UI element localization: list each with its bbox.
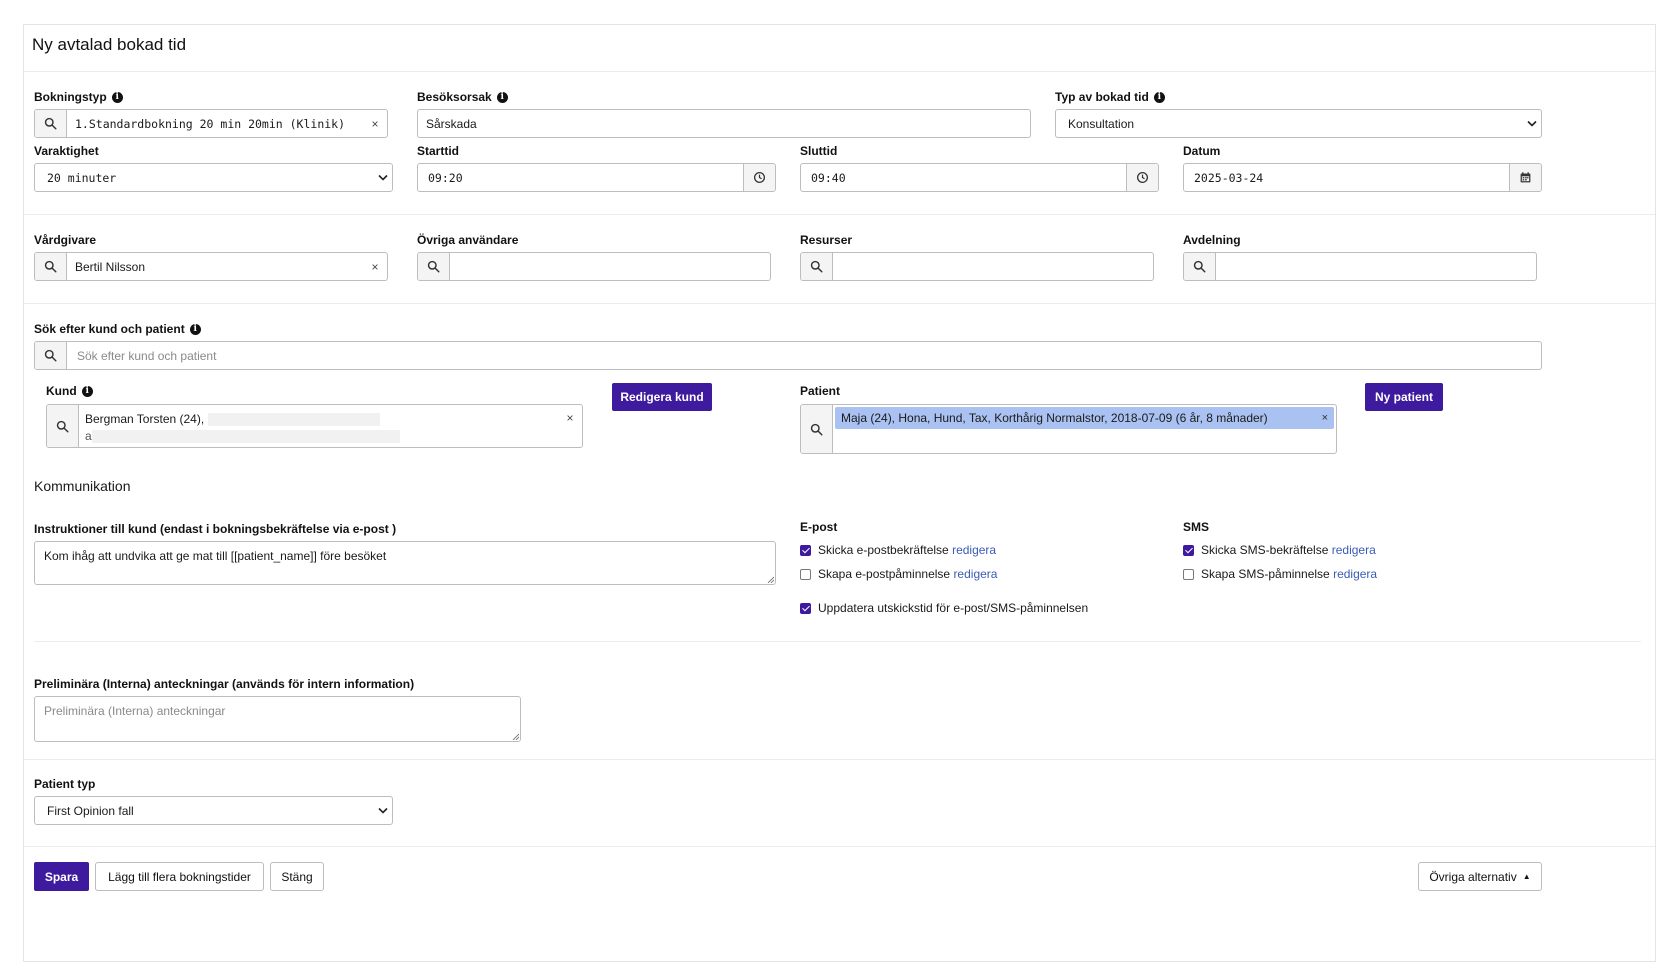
bokningstyp-label: Bokningstyp i <box>34 90 123 104</box>
sms-heading: SMS <box>1183 520 1210 534</box>
patient-label: Patient <box>800 384 841 398</box>
info-icon[interactable]: i <box>111 91 123 103</box>
info-icon[interactable]: i <box>496 91 508 103</box>
divider <box>24 846 1655 847</box>
search-customer-label: Sök efter kund och patient i <box>34 322 201 336</box>
chevron-down-icon <box>1523 120 1541 127</box>
resurser-field[interactable] <box>800 252 1154 281</box>
email-reminder-checkbox[interactable]: Skapa e-postpåminnelse redigera <box>800 567 997 581</box>
email-confirm-checkbox[interactable]: Skicka e-postbekräftelse redigera <box>800 543 996 557</box>
other-options-dropdown[interactable]: Övriga alternativ ▲ <box>1418 862 1542 891</box>
datum-label: Datum <box>1183 144 1221 158</box>
besoksorsak-label: Besöksorsak i <box>417 90 508 104</box>
typ-av-bokad-tid-select[interactable]: Konsultation <box>1055 109 1542 138</box>
search-icon <box>1184 253 1216 280</box>
instructions-textarea[interactable]: Kom ihåg att undvika att ge mat till [[p… <box>34 541 776 585</box>
resize-handle[interactable] <box>512 733 519 740</box>
divider <box>24 214 1655 215</box>
remove-tag-icon[interactable]: × <box>1322 412 1328 424</box>
redacted-text <box>207 413 380 427</box>
sms-confirm-checkbox[interactable]: Skicka SMS-bekräftelse redigera <box>1183 543 1376 557</box>
patient-type-label: Patient typ <box>34 777 96 791</box>
varaktighet-label: Varaktighet <box>34 144 99 158</box>
instructions-label: Instruktioner till kund (endast i boknin… <box>34 522 397 536</box>
vardgivare-label: Vårdgivare <box>34 233 97 247</box>
chevron-down-icon <box>374 174 392 181</box>
communication-heading: Kommunikation <box>34 478 131 494</box>
besoksorsak-input[interactable]: Sårskada <box>417 109 1031 138</box>
sluttid-label: Sluttid <box>800 144 838 158</box>
notes-textarea[interactable]: Preliminära (Interna) anteckningar <box>34 696 521 742</box>
typ-av-bokad-tid-label: Typ av bokad tid i <box>1055 90 1165 104</box>
info-icon[interactable]: i <box>1153 91 1165 103</box>
varaktighet-select[interactable]: 20 minuter <box>34 163 393 192</box>
avdelning-field[interactable] <box>1183 252 1537 281</box>
edit-email-confirm-link[interactable]: redigera <box>952 543 996 557</box>
sms-reminder-checkbox[interactable]: Skapa SMS-påminnelse redigera <box>1183 567 1377 581</box>
checkbox[interactable] <box>1183 544 1194 556</box>
starttid-input[interactable]: 09:20 <box>417 163 776 192</box>
kund-label: Kund i <box>46 384 93 398</box>
clear-icon[interactable]: × <box>363 260 387 274</box>
save-button[interactable]: Spara <box>34 862 89 891</box>
caret-up-icon: ▲ <box>1522 872 1531 881</box>
page-title: Ny avtalad bokad tid <box>32 35 187 54</box>
search-icon <box>801 405 833 453</box>
search-icon <box>35 253 67 280</box>
patient-field[interactable]: Maja (24), Hona, Hund, Tax, Korthårig No… <box>800 404 1337 454</box>
search-icon <box>418 253 450 280</box>
chevron-down-icon <box>374 807 392 814</box>
update-send-time-checkbox[interactable]: Uppdatera utskickstid för e-post/SMS-påm… <box>800 601 1088 615</box>
patient-type-select[interactable]: First Opinion fall <box>34 796 393 825</box>
info-icon[interactable]: i <box>81 385 93 397</box>
divider <box>24 71 1655 72</box>
calendar-icon[interactable] <box>1509 164 1541 191</box>
resize-handle[interactable] <box>767 576 774 583</box>
avdelning-label: Avdelning <box>1183 233 1241 247</box>
search-icon <box>47 405 79 447</box>
checkbox[interactable] <box>800 602 811 614</box>
resurser-label: Resurser <box>800 233 853 247</box>
add-more-bookings-button[interactable]: Lägg till flera bokningstider <box>95 862 264 891</box>
kund-field[interactable]: Bergman Torsten (24), a × <box>46 404 583 448</box>
checkbox[interactable] <box>800 544 811 556</box>
checkbox[interactable] <box>1183 568 1194 580</box>
ovriga-anvandare-label: Övriga användare <box>417 233 519 247</box>
close-button[interactable]: Stäng <box>270 862 324 891</box>
new-patient-button[interactable]: Ny patient <box>1365 383 1443 411</box>
divider <box>24 759 1655 760</box>
booking-dialog: Ny avtalad bokad tid Bokningstyp i 1.Stan… <box>23 24 1656 962</box>
clear-icon[interactable]: × <box>363 117 387 131</box>
starttid-label: Starttid <box>417 144 459 158</box>
edit-email-reminder-link[interactable]: redigera <box>953 567 997 581</box>
customer-patient-search[interactable]: Sök efter kund och patient <box>34 341 1542 370</box>
epost-heading: E-post <box>800 520 838 534</box>
datum-input[interactable]: 2025-03-24 <box>1183 163 1542 192</box>
divider <box>34 641 1641 642</box>
search-icon <box>801 253 833 280</box>
vardgivare-field[interactable]: Bertil Nilsson × <box>34 252 388 281</box>
redacted-text <box>91 430 400 444</box>
edit-customer-button[interactable]: Redigera kund <box>612 383 712 411</box>
search-icon <box>35 110 67 137</box>
edit-sms-confirm-link[interactable]: redigera <box>1332 543 1376 557</box>
sluttid-input[interactable]: 09:40 <box>800 163 1159 192</box>
clock-icon[interactable] <box>743 164 775 191</box>
notes-label: Preliminära (Interna) anteckningar (anvä… <box>34 677 415 691</box>
patient-tag[interactable]: Maja (24), Hona, Hund, Tax, Korthårig No… <box>835 407 1334 429</box>
info-icon[interactable]: i <box>189 323 201 335</box>
clock-icon[interactable] <box>1126 164 1158 191</box>
edit-sms-reminder-link[interactable]: redigera <box>1333 567 1377 581</box>
checkbox[interactable] <box>800 568 811 580</box>
ovriga-anvandare-field[interactable] <box>417 252 771 281</box>
search-icon <box>35 342 67 369</box>
clear-icon[interactable]: × <box>558 405 582 447</box>
divider <box>24 303 1655 304</box>
bokningstyp-field[interactable]: 1.Standardbokning 20 min 20min (Klinik) … <box>34 109 388 138</box>
